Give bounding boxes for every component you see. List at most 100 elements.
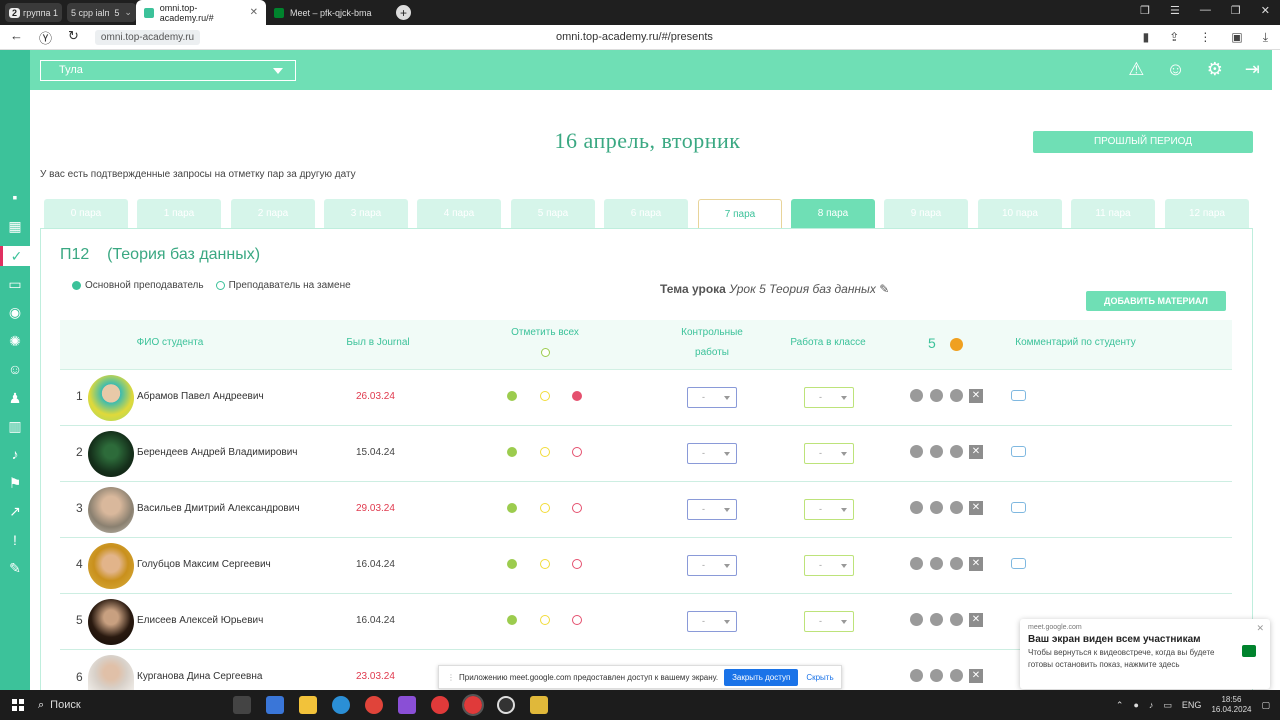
coin-1-icon[interactable]: [910, 445, 923, 458]
tab-pair-6[interactable]: 6 пара: [604, 199, 688, 228]
taskbar-search[interactable]: ⌕ Поиск: [38, 690, 213, 720]
absent-icon[interactable]: [572, 447, 582, 457]
comment-icon[interactable]: [1011, 390, 1026, 401]
coin-1-icon[interactable]: [910, 557, 923, 570]
present-icon[interactable]: [507, 615, 517, 625]
absent-icon[interactable]: [572, 391, 582, 401]
smile-icon[interactable]: ☺: [1166, 59, 1184, 80]
alert-icon[interactable]: !: [4, 530, 26, 550]
reload-icon[interactable]: ↻: [68, 28, 79, 47]
classwork-select[interactable]: -: [804, 443, 854, 464]
substitute-teacher-dot-icon[interactable]: [215, 281, 225, 290]
tab-pair-7[interactable]: 7 пара: [698, 199, 782, 228]
notes-icon[interactable]: [530, 696, 548, 714]
classwork-select[interactable]: -: [804, 499, 854, 520]
coin-1-icon[interactable]: [910, 389, 923, 402]
present-icon[interactable]: [507, 503, 517, 513]
coin-3-icon[interactable]: [950, 669, 963, 682]
present-icon[interactable]: [507, 447, 517, 457]
chevron-down-icon[interactable]: ⌄: [124, 7, 132, 18]
award-icon[interactable]: ♟: [4, 388, 26, 408]
main-teacher-dot-icon[interactable]: [72, 281, 81, 290]
collections-icon[interactable]: ▣: [1231, 30, 1242, 45]
briefcase-icon[interactable]: ▪: [4, 187, 26, 207]
clock-app-icon[interactable]: [497, 696, 515, 714]
run-icon[interactable]: ⚑: [4, 473, 26, 493]
chrome-icon[interactable]: [365, 696, 383, 714]
absent-icon[interactable]: [572, 615, 582, 625]
comment-icon[interactable]: [1011, 446, 1026, 457]
task-view-icon[interactable]: [233, 696, 251, 714]
close-window-icon[interactable]: ✕: [1261, 4, 1270, 17]
back-icon[interactable]: ←: [10, 28, 23, 47]
coin-3-icon[interactable]: [950, 613, 963, 626]
yandex-browser-active-icon[interactable]: [462, 694, 484, 716]
coin-3-icon[interactable]: [950, 389, 963, 402]
more-icon[interactable]: ⋮: [1199, 30, 1211, 45]
classwork-select[interactable]: -: [804, 387, 854, 408]
tab-pair-9[interactable]: 9 пара: [884, 199, 968, 228]
student-name[interactable]: Курганова Дина Сергеевна: [137, 671, 262, 682]
warning-icon[interactable]: ⚠: [1128, 59, 1144, 80]
coin-1-icon[interactable]: [910, 669, 923, 682]
control-work-select[interactable]: -: [687, 555, 737, 576]
coin-2-icon[interactable]: [930, 669, 943, 682]
logout-icon[interactable]: ⇥: [1245, 59, 1260, 80]
tab-pair-4[interactable]: 4 пара: [417, 199, 501, 228]
language-indicator[interactable]: ENG: [1182, 700, 1202, 710]
yandex-browser-icon[interactable]: [431, 696, 449, 714]
chevron-up-icon[interactable]: ⌃: [1116, 700, 1124, 711]
tab-pair-12[interactable]: 12 пара: [1165, 199, 1249, 228]
late-icon[interactable]: [540, 559, 550, 569]
close-icon[interactable]: ✕: [1256, 623, 1264, 634]
late-icon[interactable]: [540, 615, 550, 625]
clear-coins-icon[interactable]: ✕: [969, 389, 983, 403]
download-icon[interactable]: ⤓: [1263, 30, 1268, 45]
network-icon[interactable]: ▭: [1163, 700, 1172, 711]
clear-coins-icon[interactable]: ✕: [969, 613, 983, 627]
clear-coins-icon[interactable]: ✕: [969, 445, 983, 459]
menu-icon[interactable]: ☰: [1170, 4, 1180, 17]
tab-pair-2[interactable]: 2 пара: [231, 199, 315, 228]
bookmark-icon[interactable]: ▮: [1143, 30, 1150, 45]
absent-icon[interactable]: [572, 503, 582, 513]
clear-coins-icon[interactable]: ✕: [969, 669, 983, 683]
student-name[interactable]: Берендеев Андрей Владимирович: [137, 447, 298, 458]
student-name[interactable]: Васильев Дмитрий Александрович: [137, 503, 300, 514]
library-icon[interactable]: ▥: [4, 416, 26, 436]
classwork-select[interactable]: -: [804, 555, 854, 576]
comment-icon[interactable]: [1011, 502, 1026, 513]
coin-2-icon[interactable]: [930, 445, 943, 458]
tab-pair-11[interactable]: 11 пара: [1071, 199, 1155, 228]
past-period-button[interactable]: ПРОШЛЫЙ ПЕРИОД: [1033, 131, 1253, 153]
coin-1-icon[interactable]: [910, 501, 923, 514]
notifications-icon[interactable]: ▢: [1261, 700, 1270, 711]
coin-2-icon[interactable]: [930, 613, 943, 626]
calendar-icon[interactable]: ▦: [4, 216, 26, 236]
mic-icon[interactable]: ●: [1133, 700, 1138, 710]
tab-pair-0[interactable]: 0 пара: [44, 199, 128, 228]
clock[interactable]: 18:56 16.04.2024: [1211, 695, 1251, 715]
chart-icon[interactable]: ↗: [4, 501, 26, 521]
explorer-icon[interactable]: [299, 696, 317, 714]
tab-meet[interactable]: Meet – pfk-qjck-bma: [266, 0, 386, 25]
url-chip[interactable]: omni.top-academy.ru: [94, 29, 201, 45]
student-name[interactable]: Голубцов Максим Сергеевич: [137, 559, 271, 570]
coin-2-icon[interactable]: [930, 389, 943, 402]
late-icon[interactable]: [540, 503, 550, 513]
coin-3-icon[interactable]: [950, 501, 963, 514]
tab-group[interactable]: 2 группа 1: [5, 3, 62, 22]
tab-pair-1[interactable]: 1 пара: [137, 199, 221, 228]
tab-group-2[interactable]: 5 срр іаlп 5 ⌄: [66, 3, 136, 22]
tab-pair-3[interactable]: 3 пара: [324, 199, 408, 228]
late-icon[interactable]: [540, 447, 550, 457]
tab-pair-5[interactable]: 5 пара: [511, 199, 595, 228]
meet-notification[interactable]: meet.google.com Ваш экран виден всем уча…: [1020, 619, 1270, 689]
present-icon[interactable]: [507, 559, 517, 569]
bell-icon[interactable]: ♪: [4, 444, 26, 464]
coin-2-icon[interactable]: [930, 501, 943, 514]
tabs-icon[interactable]: ❐: [1140, 4, 1150, 17]
present-icon[interactable]: [507, 391, 517, 401]
monitor-icon[interactable]: ▭: [4, 274, 26, 294]
hide-button[interactable]: Скрыть: [806, 673, 833, 682]
